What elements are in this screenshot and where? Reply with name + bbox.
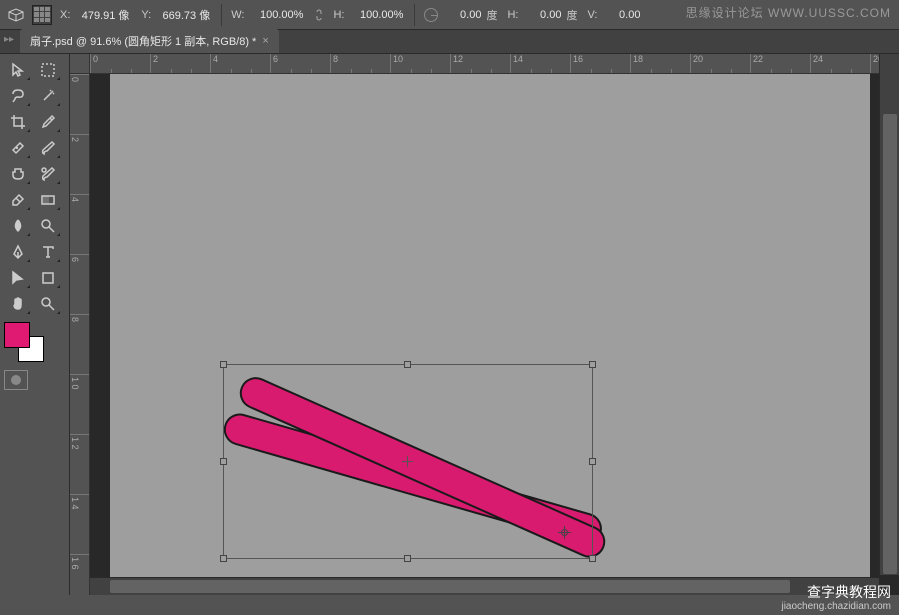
watermark-top: 思缘设计论坛 WWW.UUSSC.COM [686,4,891,21]
ruler-origin[interactable] [70,54,90,74]
skew-h-input[interactable] [521,7,563,23]
color-swatches[interactable] [4,322,44,362]
horizontal-ruler[interactable]: 0246810121416182022242628 [90,54,899,74]
rotate-icon [424,8,438,22]
marquee-tool[interactable] [34,58,62,82]
history-brush-tool[interactable] [34,162,62,186]
rotate-input[interactable] [441,7,483,23]
transform-handle-mr[interactable] [589,458,596,465]
transform-center-icon [402,456,413,467]
canvas-area: 0246810121416182022242628 024681 01 21 4… [70,54,899,595]
document-canvas[interactable] [110,74,870,595]
zoom-tool[interactable] [34,292,62,316]
vertical-ruler[interactable]: 024681 01 21 41 61 82 02 22 4 [70,74,90,595]
transform-pivot-icon[interactable] [558,526,571,539]
vertical-scrollbar-thumb[interactable] [883,114,897,574]
shape-tool[interactable] [34,266,62,290]
transform-bounding-box[interactable] [223,364,593,559]
w-input[interactable] [247,7,305,23]
crop-tool[interactable] [4,110,32,134]
transform-handle-bm[interactable] [404,555,411,562]
skew-h-label: H: [507,9,518,21]
x-label: X: [60,9,70,21]
y-input[interactable] [154,7,212,23]
transform-handle-bl[interactable] [220,555,227,562]
lasso-tool[interactable] [4,84,32,108]
rotate-unit: 度 [486,7,497,23]
transform-handle-tr[interactable] [589,361,596,368]
vertical-scrollbar[interactable] [879,54,899,575]
foreground-color-swatch[interactable] [4,322,30,348]
y-label: Y: [141,9,151,21]
eyedropper-tool[interactable] [34,110,62,134]
brush-tool[interactable] [34,136,62,160]
tab-title: 扇子.psd @ 91.6% (圆角矩形 1 副本, RGB/8) * [30,33,256,49]
pen-tool[interactable] [4,240,32,264]
eraser-tool[interactable] [4,188,32,212]
horizontal-scrollbar[interactable] [90,577,879,595]
document-tab[interactable]: 扇子.psd @ 91.6% (圆角矩形 1 副本, RGB/8) * × [20,29,279,53]
close-tab-icon[interactable]: × [262,35,268,47]
skew-v-label: V: [587,9,597,21]
h-input[interactable] [347,7,405,23]
skew-v-input[interactable] [600,7,642,23]
gradient-tool[interactable] [34,188,62,212]
clone-stamp-tool[interactable] [4,162,32,186]
anchor-grid-icon[interactable] [30,3,54,27]
tools-panel [0,54,70,595]
transform-handle-ml[interactable] [220,458,227,465]
constrain-proportions-icon[interactable] [311,7,327,23]
dodge-tool[interactable] [34,214,62,238]
transform-handle-tl[interactable] [220,361,227,368]
x-input[interactable] [73,7,131,23]
collapse-panels-icon[interactable]: ▸▸ [4,34,14,45]
watermark-bottom: 查字典教程网 jiaocheng.chazidian.com [781,584,891,613]
hand-tool[interactable] [4,292,32,316]
healing-brush-tool[interactable] [4,136,32,160]
reference-point-icon[interactable] [4,3,28,27]
move-tool[interactable] [4,58,32,82]
blur-tool[interactable] [4,214,32,238]
w-label: W: [231,9,244,21]
path-selection-tool[interactable] [4,266,32,290]
transform-handle-tm[interactable] [404,361,411,368]
quick-mask-toggle[interactable] [4,370,28,390]
tab-strip: ▸▸ 扇子.psd @ 91.6% (圆角矩形 1 副本, RGB/8) * × [0,30,899,54]
transform-handle-br[interactable] [589,555,596,562]
magic-wand-tool[interactable] [34,84,62,108]
horizontal-scrollbar-thumb[interactable] [110,580,790,593]
type-tool[interactable] [34,240,62,264]
h-label: H: [333,9,344,21]
skew-h-unit: 度 [566,7,577,23]
